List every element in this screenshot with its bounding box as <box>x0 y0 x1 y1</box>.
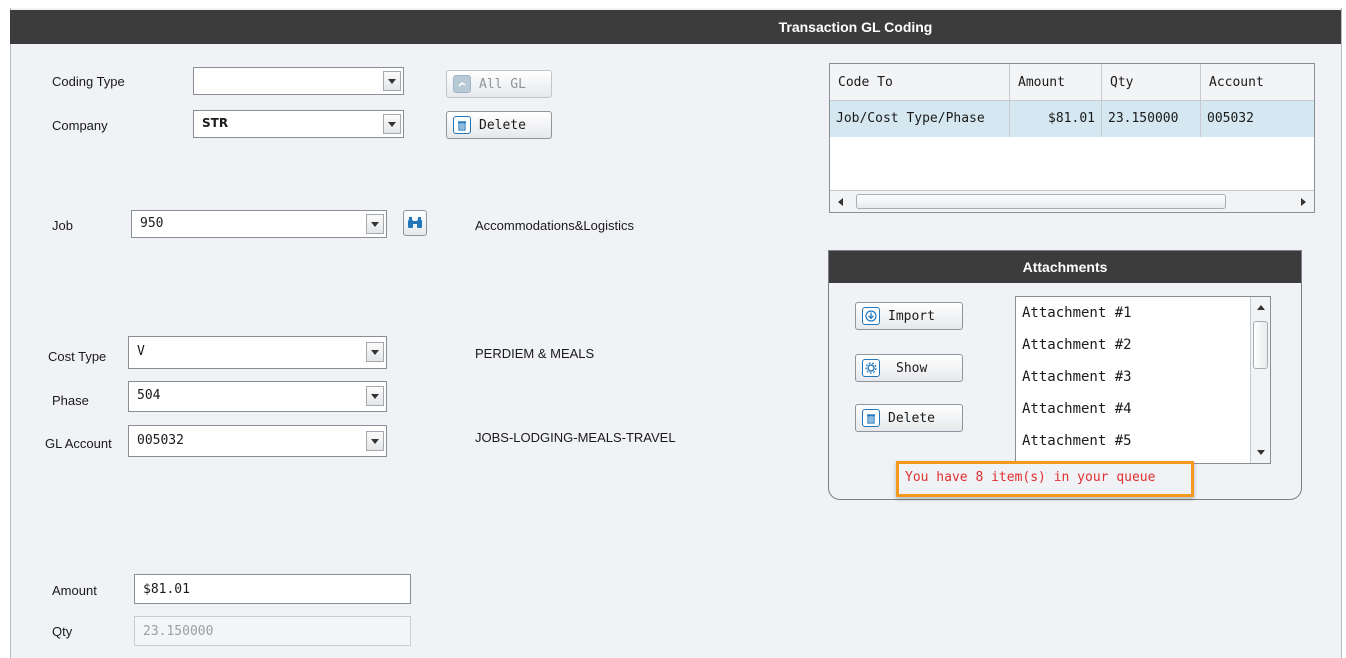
gl-account-value: 005032 <box>137 433 184 448</box>
chevron-down-icon[interactable] <box>366 431 384 451</box>
chevron-down-icon[interactable] <box>383 71 401 91</box>
scroll-right-icon[interactable] <box>1301 198 1306 206</box>
show-button[interactable]: Show <box>855 354 963 382</box>
gl-account-select[interactable]: 005032 <box>128 425 387 457</box>
cell-amount: $81.01 <box>1010 101 1102 137</box>
cell-account: 005032 <box>1207 111 1254 126</box>
list-item[interactable]: Attachment #5 <box>1016 425 1270 457</box>
scroll-left-icon[interactable] <box>838 198 843 206</box>
column-header-code-to[interactable]: Code To <box>830 64 1010 100</box>
coding-type-label: Coding Type <box>52 74 125 89</box>
phase-label: Phase <box>52 393 89 408</box>
company-label: Company <box>52 118 108 133</box>
import-icon <box>862 307 880 325</box>
column-header-amount[interactable]: Amount <box>1010 64 1102 100</box>
all-gl-label: All GL <box>479 76 526 92</box>
grid-header: Code To Amount Qty Account <box>830 64 1314 101</box>
scroll-down-icon[interactable] <box>1257 450 1265 455</box>
show-label: Show <box>896 360 928 376</box>
scroll-thumb[interactable] <box>1253 321 1268 369</box>
phase-value: 504 <box>137 388 161 403</box>
company-value: STR <box>202 116 229 130</box>
amount-input[interactable] <box>134 574 411 604</box>
cell-code-to: Job/Cost Type/Phase <box>830 101 1010 137</box>
window-title: Transaction GL Coding <box>778 19 933 35</box>
trash-icon <box>862 409 880 427</box>
scroll-thumb[interactable] <box>856 194 1226 209</box>
binoculars-icon <box>408 217 422 228</box>
cost-type-value: V <box>137 344 145 359</box>
vertical-scrollbar[interactable] <box>1250 297 1270 463</box>
company-select[interactable]: STR <box>193 110 404 138</box>
gl-icon <box>453 75 471 93</box>
cost-type-select[interactable]: V <box>128 336 387 369</box>
delete-button[interactable]: Delete <box>446 111 552 139</box>
import-button[interactable]: Import <box>855 302 963 330</box>
column-header-account[interactable]: Account <box>1201 64 1314 100</box>
list-item[interactable]: Attachment #3 <box>1016 361 1270 393</box>
phase-select[interactable]: 504 <box>128 381 387 412</box>
scroll-up-icon[interactable] <box>1257 305 1265 310</box>
chevron-down-icon[interactable] <box>383 114 401 134</box>
all-gl-button[interactable]: All GL <box>446 70 552 98</box>
attachment-delete-button[interactable]: Delete <box>855 404 963 432</box>
queue-message[interactable]: You have 8 item(s) in your queue <box>896 461 1194 497</box>
cost-type-label: Cost Type <box>48 349 107 364</box>
job-select[interactable]: 950 <box>131 210 387 238</box>
gear-icon <box>862 359 880 377</box>
cell-qty: 23.150000 <box>1102 101 1201 137</box>
list-item[interactable]: Attachment #2 <box>1016 329 1270 361</box>
chevron-down-icon[interactable] <box>366 386 384 406</box>
coding-type-select[interactable] <box>193 67 404 95</box>
list-item[interactable]: Attachment #1 <box>1016 297 1270 329</box>
cost-type-description: PERDIEM & MEALS <box>475 346 595 361</box>
import-label: Import <box>888 308 935 324</box>
job-lookup-button[interactable] <box>403 210 427 236</box>
attachments-title: Attachments <box>829 251 1301 283</box>
coding-grid[interactable]: Code To Amount Qty Account Job/Cost Type… <box>829 63 1315 213</box>
chevron-down-icon[interactable] <box>366 214 384 234</box>
attachments-list[interactable]: Attachment #1 Attachment #2 Attachment #… <box>1015 296 1271 464</box>
table-row[interactable]: Job/Cost Type/Phase $81.01 23.150000 005… <box>830 101 1314 137</box>
trash-icon <box>453 116 471 134</box>
delete-label: Delete <box>479 117 526 133</box>
attachment-delete-label: Delete <box>888 410 935 426</box>
qty-input <box>134 616 411 646</box>
chevron-down-icon[interactable] <box>366 342 384 362</box>
window-titlebar: Transaction GL Coding <box>10 10 1341 44</box>
column-header-qty[interactable]: Qty <box>1102 64 1201 100</box>
gl-account-description: JOBS-LODGING-MEALS-TRAVEL <box>475 430 676 445</box>
qty-label: Qty <box>52 624 73 639</box>
job-value: 950 <box>140 216 164 231</box>
list-item[interactable]: Attachment #4 <box>1016 393 1270 425</box>
horizontal-scrollbar[interactable] <box>830 190 1314 212</box>
gl-account-label: GL Account <box>45 436 112 451</box>
amount-label: Amount <box>52 583 97 598</box>
job-label: Job <box>52 218 73 233</box>
job-description: Accommodations&Logistics <box>475 218 634 233</box>
